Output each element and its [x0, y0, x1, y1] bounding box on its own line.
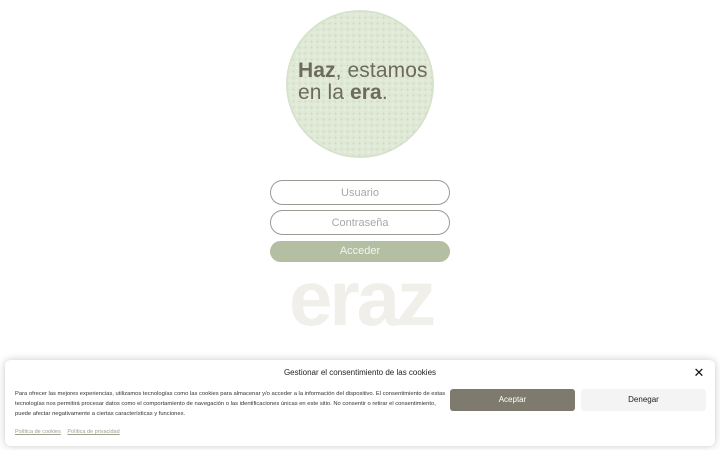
tagline-start-2: en la: [298, 81, 350, 104]
cookie-consent-banner: Gestionar el consentimiento de las cooki…: [5, 360, 715, 446]
password-input[interactable]: [270, 210, 450, 235]
cookie-banner-text: Para ofrecer las mejores experiencias, u…: [15, 391, 446, 417]
cookie-banner-title: Gestionar el consentimiento de las cooki…: [283, 368, 437, 377]
deny-cookies-button[interactable]: Denegar: [581, 389, 706, 411]
login-page: Haz, estamos en la era. Acceder eraz Ges…: [0, 0, 720, 450]
username-input[interactable]: [270, 180, 450, 205]
tagline-rest-1: , estamos: [335, 59, 428, 82]
accept-cookies-button[interactable]: Aceptar: [450, 389, 575, 411]
tagline-bold-era: era: [349, 81, 382, 104]
cookie-policy-links: Política de cookies Política de privacid…: [15, 429, 125, 435]
close-icon[interactable]: ✕: [693, 366, 705, 379]
cookie-policy-link[interactable]: Política de cookies: [15, 429, 61, 435]
login-button[interactable]: Acceder: [270, 241, 450, 262]
tagline-line-2: en la era.: [298, 82, 438, 104]
eraz-logo: eraz: [288, 262, 436, 334]
tagline-bold-haz: Haz: [298, 59, 336, 82]
tagline-line-1: Haz, estamos: [298, 60, 438, 82]
hero-tagline: Haz, estamos en la era.: [298, 60, 438, 104]
tagline-end-2: .: [381, 81, 388, 104]
privacy-policy-link[interactable]: Política de privacidad: [67, 429, 119, 435]
